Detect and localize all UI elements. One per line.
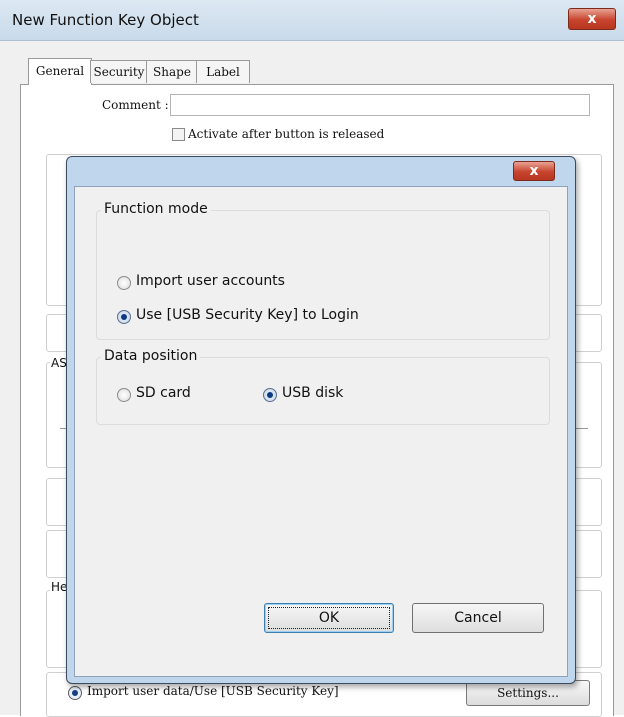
import-user-data-radio[interactable] bbox=[68, 686, 82, 700]
cancel-button-label: Cancel bbox=[454, 610, 502, 626]
tab-general[interactable]: General bbox=[28, 58, 92, 85]
import-user-data-label: Import user data/Use [USB Security Key] bbox=[87, 684, 339, 698]
comment-field[interactable] bbox=[170, 94, 590, 116]
usb-security-key-login-radio[interactable] bbox=[117, 310, 131, 324]
usb-security-key-dialog: x Function mode Import user accounts Use… bbox=[66, 156, 576, 684]
function-key-window: New Function Key Object x General Securi… bbox=[0, 0, 624, 717]
ok-button-label: OK bbox=[318, 610, 340, 626]
activate-after-release-checkbox[interactable] bbox=[172, 128, 185, 141]
tab-shape[interactable]: Shape bbox=[146, 60, 198, 83]
window-titlebar[interactable]: New Function Key Object x bbox=[0, 0, 624, 41]
function-mode-legend: Function mode bbox=[101, 201, 211, 217]
window-close-button[interactable]: x bbox=[568, 8, 616, 30]
comment-label: Comment : bbox=[102, 98, 169, 112]
usb-disk-radio[interactable] bbox=[263, 388, 277, 402]
sd-card-label: SD card bbox=[136, 385, 191, 401]
dialog-close-button[interactable]: x bbox=[513, 161, 555, 181]
dialog-body: Function mode Import user accounts Use [… bbox=[74, 186, 568, 677]
usb-disk-label: USB disk bbox=[282, 385, 344, 401]
ok-button[interactable]: OK bbox=[264, 603, 394, 633]
activate-after-release-label: Activate after button is released bbox=[188, 127, 385, 141]
tab-label[interactable]: Label bbox=[196, 60, 250, 83]
background-divider bbox=[576, 428, 588, 429]
usb-security-key-login-label: Use [USB Security Key] to Login bbox=[136, 307, 359, 323]
window-title: New Function Key Object bbox=[12, 11, 199, 29]
import-user-accounts-radio[interactable] bbox=[117, 276, 131, 290]
data-position-legend: Data position bbox=[101, 348, 201, 364]
tab-security[interactable]: Security bbox=[90, 60, 148, 83]
sd-card-radio[interactable] bbox=[117, 388, 131, 402]
import-user-accounts-label: Import user accounts bbox=[136, 273, 285, 289]
close-icon: x bbox=[587, 11, 597, 27]
cancel-button[interactable]: Cancel bbox=[412, 603, 544, 633]
close-icon: x bbox=[529, 163, 539, 179]
